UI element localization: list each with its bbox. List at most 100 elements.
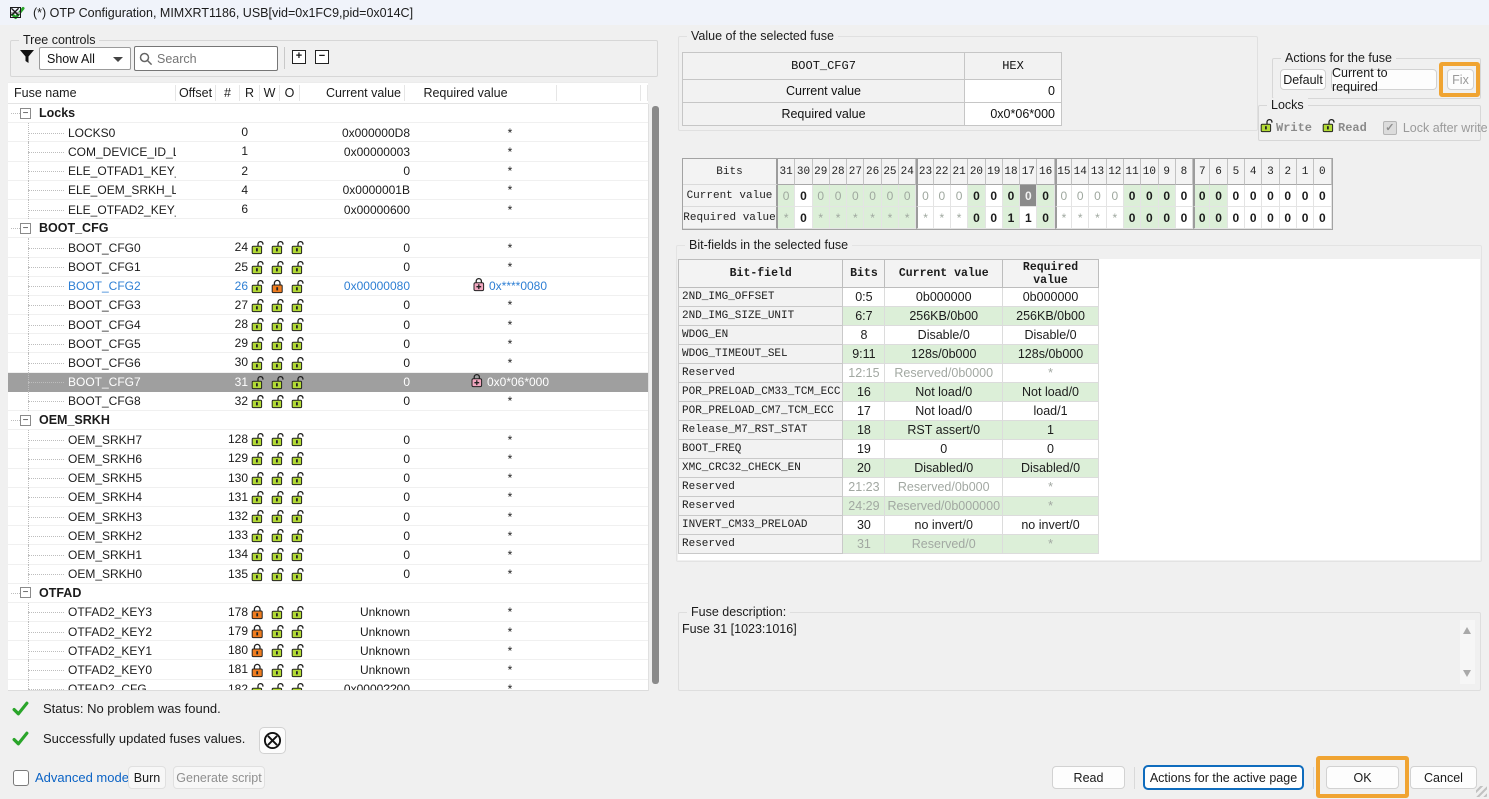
collapse-expander-icon[interactable]: −	[20, 108, 31, 119]
advanced-mode-label[interactable]: Advanced mode	[35, 770, 129, 785]
tree-row[interactable]: OEM_SRKH71280*	[8, 430, 648, 449]
lock-icon-o[interactable]	[288, 663, 308, 678]
tree-group-row[interactable]: −OEM_SRKH	[8, 411, 648, 430]
bitfield-required-value[interactable]: 256KB/0b00	[1003, 307, 1099, 326]
bit-cell[interactable]: 0	[1228, 207, 1245, 229]
required-value-cell[interactable]: *	[413, 548, 565, 562]
filter-dropdown[interactable]: Show All	[39, 47, 131, 70]
bitfield-row[interactable]: POR_PRELOAD_CM33_TCM_ECC16Not load/0Not …	[679, 383, 1099, 402]
bit-cell[interactable]: *	[813, 207, 830, 229]
lock-icon-r[interactable]	[248, 298, 268, 313]
filter-icon[interactable]	[19, 49, 35, 64]
lock-icon-r[interactable]	[248, 547, 268, 562]
lock-icon-w[interactable]	[268, 567, 288, 582]
required-value-cell[interactable]: *	[413, 203, 565, 217]
tree-row[interactable]: OEM_SRKH01350*	[8, 565, 648, 584]
required-value-cell[interactable]: *	[413, 452, 565, 466]
default-button[interactable]: Default	[1280, 69, 1326, 90]
required-value-cell[interactable]: *	[413, 145, 565, 159]
bitfield-required-value[interactable]: Disable/0	[1003, 326, 1099, 345]
bitfield-row[interactable]: 2ND_IMG_OFFSET0:50b0000000b000000	[679, 288, 1099, 307]
lock-icon-o[interactable]	[288, 240, 308, 255]
resize-grip[interactable]	[1476, 786, 1487, 797]
required-value-cell[interactable]: *	[413, 337, 565, 351]
lock-icon-r[interactable]	[248, 567, 268, 582]
lock-icon-w[interactable]	[268, 643, 288, 658]
lock-icon-w[interactable]	[268, 528, 288, 543]
bit-cell[interactable]: 0	[1210, 207, 1227, 229]
bit-cell[interactable]: *	[778, 207, 795, 229]
required-value-cell[interactable]: *	[413, 605, 565, 619]
bit-cell[interactable]: 0	[968, 207, 985, 229]
lock-icon-r[interactable]	[248, 682, 268, 691]
tree-row[interactable]: OTFAD2_KEY2179Unknown*	[8, 622, 648, 641]
lock-icon-o[interactable]	[288, 336, 308, 351]
tree-row[interactable]: LOCKS000x000000D8*	[8, 123, 648, 142]
scroll-down-icon[interactable]	[1463, 670, 1471, 677]
tree-row[interactable]: OTFAD2_KEY0181Unknown*	[8, 660, 648, 679]
required-value-cell[interactable]: *	[413, 510, 565, 524]
tree-scrollbar[interactable]	[648, 104, 661, 691]
burn-button[interactable]: Burn	[128, 766, 166, 789]
bit-cell[interactable]: 0	[1297, 207, 1314, 229]
tree-row[interactable]: BOOT_CFG2260x000000800x****0080	[8, 277, 648, 296]
lock-icon-w[interactable]	[268, 298, 288, 313]
lock-icon-r[interactable]	[248, 528, 268, 543]
lock-icon-r[interactable]	[248, 356, 268, 371]
lock-icon-o[interactable]	[288, 394, 308, 409]
lock-icon-w[interactable]	[268, 451, 288, 466]
read-lock-icon[interactable]	[1322, 118, 1336, 138]
lock-icon-r[interactable]	[248, 317, 268, 332]
collapse-expander-icon[interactable]: −	[20, 415, 31, 426]
lock-icon-o[interactable]	[288, 298, 308, 313]
required-value-cell[interactable]: *	[413, 644, 565, 658]
required-value-cell[interactable]: *	[413, 490, 565, 504]
lock-icon-o[interactable]	[288, 682, 308, 691]
bit-cell[interactable]: 1	[1003, 207, 1020, 229]
required-value-cell[interactable]: *	[413, 433, 565, 447]
dismiss-notification-button[interactable]	[259, 727, 286, 754]
lock-icon-w[interactable]	[268, 624, 288, 639]
bitfield-required-value[interactable]: *	[1003, 478, 1099, 497]
lock-icon-o[interactable]	[288, 375, 308, 390]
required-value-cell[interactable]: *	[413, 126, 565, 140]
lock-icon-w[interactable]	[268, 471, 288, 486]
bit-cell[interactable]: 0	[1176, 207, 1193, 229]
bitfield-required-value[interactable]: *	[1003, 364, 1099, 383]
lock-icon-o[interactable]	[288, 432, 308, 447]
bit-cell[interactable]: 0	[795, 207, 812, 229]
bitfield-row[interactable]: Reserved31Reserved/0*	[679, 535, 1099, 554]
lock-icon-w[interactable]	[268, 240, 288, 255]
tree-row[interactable]: ELE_OEM_SRKH_LOCK40x0000001B*	[8, 181, 648, 200]
required-value-cell[interactable]: *	[413, 663, 565, 677]
bitfield-required-value[interactable]: *	[1003, 535, 1099, 554]
tree-row[interactable]: OEM_SRKH61290*	[8, 449, 648, 468]
lock-icon-r[interactable]	[248, 432, 268, 447]
tree-row[interactable]: OEM_SRKH41310*	[8, 488, 648, 507]
bit-cell[interactable]: *	[934, 207, 951, 229]
ok-button[interactable]: OK	[1326, 766, 1399, 789]
required-value-cell[interactable]: *	[413, 298, 565, 312]
bitfield-row[interactable]: Reserved12:15Reserved/0b0000*	[679, 364, 1099, 383]
required-value-cell[interactable]: *	[413, 183, 565, 197]
bit-cell[interactable]: 1	[1020, 207, 1037, 229]
lock-icon-o[interactable]	[288, 567, 308, 582]
bitfield-required-value[interactable]: load/1	[1003, 402, 1099, 421]
bit-cell[interactable]: *	[1072, 207, 1089, 229]
required-value-cell[interactable]: 0x0*06*000	[413, 373, 565, 391]
tree-row[interactable]: BOOT_CFG73100x0*06*000	[8, 373, 648, 392]
tree-row[interactable]: ELE_OTFAD1_KEY_LOCK20*	[8, 162, 648, 181]
tree-row[interactable]: OEM_SRKH11340*	[8, 545, 648, 564]
tree-row[interactable]: COM_DEVICE_ID_LOC...10x00000003*	[8, 142, 648, 161]
tree-row[interactable]: BOOT_CFG8320*	[8, 392, 648, 411]
bitfield-required-value[interactable]: 0b000000	[1003, 288, 1099, 307]
bit-cell[interactable]: *	[1055, 207, 1072, 229]
bit-cell[interactable]: 0	[1262, 207, 1279, 229]
search-box[interactable]	[134, 46, 278, 71]
bitfield-required-value[interactable]: *	[1003, 497, 1099, 516]
lock-icon-w[interactable]	[268, 605, 288, 620]
tree-row[interactable]: ELE_OTFAD2_KEY_LOCK60x00000600*	[8, 200, 648, 219]
lock-icon-w[interactable]	[268, 509, 288, 524]
tree-row[interactable]: OEM_SRKH51300*	[8, 469, 648, 488]
lock-icon-w[interactable]	[268, 490, 288, 505]
